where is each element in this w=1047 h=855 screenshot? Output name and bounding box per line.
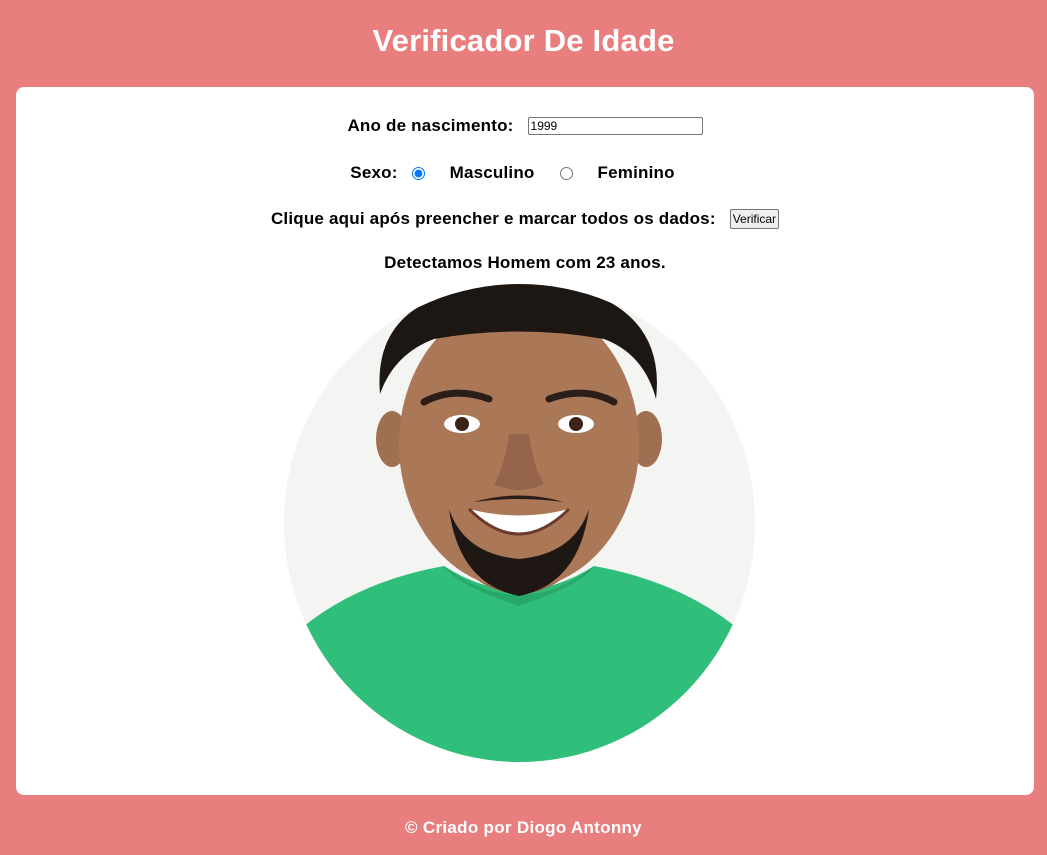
- verify-instruction: Clique aqui após preencher e marcar todo…: [270, 209, 716, 228]
- radio-feminino[interactable]: [559, 166, 573, 180]
- birth-year-label: Ano de nascimento:: [347, 116, 514, 135]
- page-title: Verificador De Idade: [372, 22, 675, 58]
- birth-year-input[interactable]: [527, 117, 703, 135]
- result-row: Detectamos Homem com 23 anos.: [16, 251, 1034, 275]
- main-panel: Ano de nascimento: Sexo: Masculino Femin…: [16, 87, 1034, 795]
- birth-year-row: Ano de nascimento:: [16, 114, 1034, 138]
- masculino-label[interactable]: Masculino: [450, 163, 535, 183]
- verify-button[interactable]: Verificar: [729, 209, 780, 229]
- page-header: Verificador De Idade: [0, 0, 1047, 87]
- radio-masculino[interactable]: [411, 166, 425, 180]
- sex-label: Sexo:: [350, 163, 398, 182]
- sex-row: Sexo: Masculino Feminino: [16, 161, 1034, 185]
- result-text: Detectamos Homem com 23 anos.: [384, 253, 666, 272]
- portrait-photo: [284, 284, 755, 762]
- feminino-label[interactable]: Feminino: [598, 163, 675, 183]
- verify-row: Clique aqui após preencher e marcar todo…: [16, 207, 1034, 231]
- portrait-illustration: [284, 284, 755, 762]
- footer-credit: © Criado por Diogo Antonny: [405, 818, 642, 837]
- page-footer: © Criado por Diogo Antonny: [0, 805, 1047, 851]
